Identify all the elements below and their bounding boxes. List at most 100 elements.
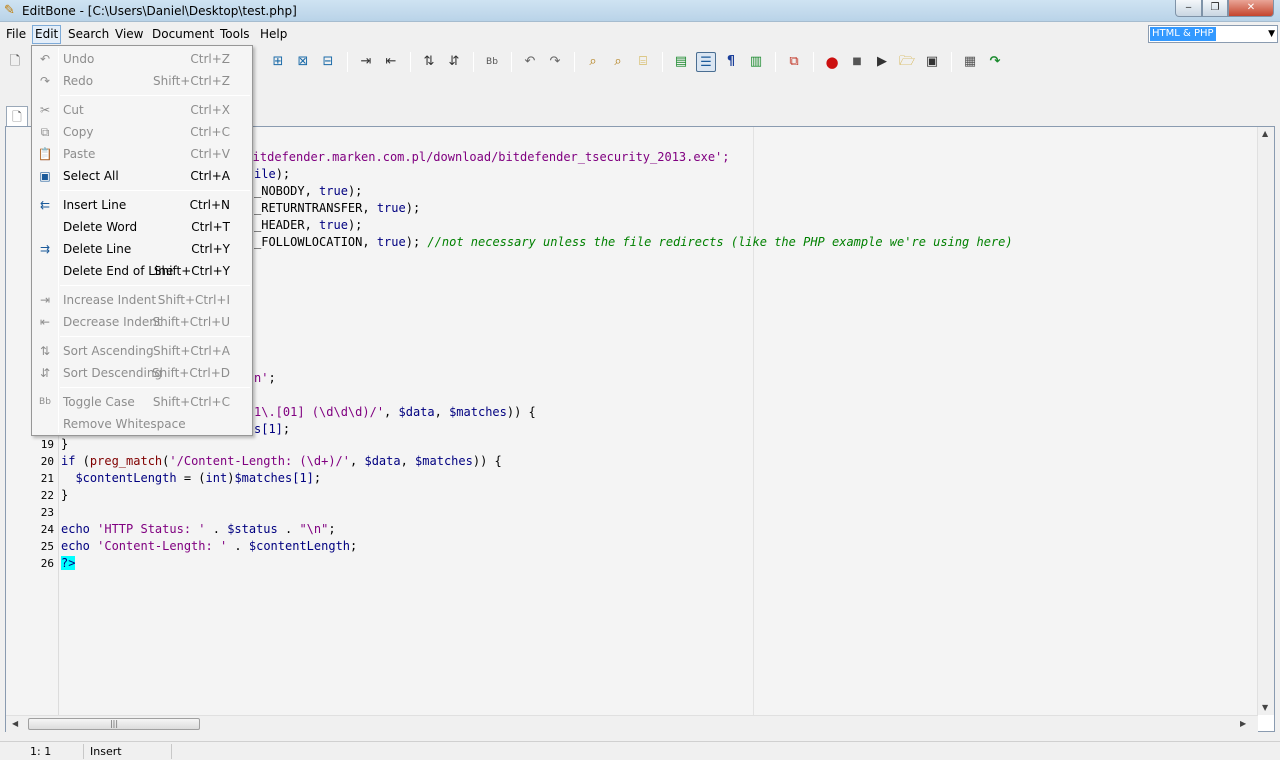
status-bar: 1: 1 Insert (0, 741, 1280, 760)
record-icon[interactable]: ● (822, 52, 842, 72)
menu-item-sort-descending[interactable]: ⇵ Sort Descending Shift+Ctrl+D (34, 362, 250, 384)
menu-item-shortcut: Shift+Ctrl+Z (153, 74, 230, 88)
code-line: if (preg_match('/Content-Length: (\d+)/'… (61, 454, 502, 468)
menu-item-cut[interactable]: ✂ Cut Ctrl+X (34, 99, 250, 121)
menu-item-delete-end-of-line[interactable]: Delete End of Line Shift+Ctrl+Y (34, 260, 250, 282)
menu-item-label: Insert Line (63, 198, 127, 212)
redirect-icon[interactable]: ↷ (985, 52, 1005, 72)
menu-item-shortcut: Shift+Ctrl+Y (153, 264, 230, 278)
menu-document[interactable]: Document (150, 25, 216, 44)
line-number: 22 (40, 489, 54, 502)
redo-icon[interactable]: ↷ (545, 52, 565, 72)
add-item-icon[interactable]: ⊞ (268, 52, 288, 72)
right-margin-line (753, 127, 754, 715)
menu-item-shortcut: Ctrl+C (190, 125, 230, 139)
calendar-icon[interactable]: ▦ (960, 52, 980, 72)
menu-item-label: Sort Descending (63, 366, 163, 380)
menu-item-shortcut: Shift+Ctrl+C (152, 395, 230, 409)
menu-item-select-all[interactable]: ▣ Select All Ctrl+A (34, 165, 250, 187)
menu-item-toggle-case[interactable]: Bb Toggle Case Shift+Ctrl+C (34, 391, 250, 413)
menu-item-insert-line[interactable]: ⇇ Insert Line Ctrl+N (34, 194, 250, 216)
cursor-position: 1: 1 (26, 744, 84, 759)
toolbar-separator (347, 52, 348, 72)
menu-item-undo[interactable]: ↶ Undo Ctrl+Z (34, 48, 250, 70)
sort-ascending-icon[interactable]: ⇅ (419, 52, 439, 72)
edit-item-icon[interactable]: ⊟ (318, 52, 338, 72)
menu-item-label: Toggle Case (63, 395, 135, 409)
save-macro-icon[interactable]: ▣ (922, 52, 942, 72)
find-icon[interactable]: ⌕ (583, 52, 603, 72)
close-button[interactable]: ✕ (1228, 0, 1274, 17)
scroll-left-arrow-icon[interactable]: ◀ (12, 719, 18, 728)
menu-separator (60, 336, 250, 337)
sort-ascending-icon: ⇅ (39, 344, 51, 358)
undo-icon[interactable]: ↶ (520, 52, 540, 72)
menu-file[interactable]: File (4, 25, 28, 44)
code-line: 1\.[01] (\d\d\d)/', $data, $matches)) { (254, 405, 536, 419)
language-select[interactable]: HTML & PHP ▼ (1148, 25, 1278, 43)
menu-item-paste[interactable]: 📋 Paste Ctrl+V (34, 143, 250, 165)
vertical-scrollbar[interactable]: ▲ ▼ (1257, 127, 1274, 715)
menu-item-label: Copy (63, 125, 94, 139)
new-file-icon[interactable]: 🗋 (5, 52, 25, 72)
code-line: w.bitdefender.marken.com.pl/download/bit… (231, 150, 730, 164)
minimize-button[interactable]: ‒ (1175, 0, 1202, 17)
line-numbers-icon[interactable]: ☰ (696, 52, 716, 72)
horizontal-scrollbar[interactable]: ◀ ||| ▶ (6, 715, 1258, 732)
scroll-down-arrow-icon[interactable]: ▼ (1262, 703, 1268, 712)
menu-item-remove-whitespace[interactable]: Remove Whitespace (34, 413, 250, 435)
toggle-case-icon[interactable]: Bb (482, 52, 502, 72)
find-in-files-icon[interactable]: ⌸ (633, 52, 653, 72)
horizontal-scroll-thumb[interactable]: ||| (28, 718, 200, 730)
dropdown-arrow-icon: ▼ (1268, 29, 1275, 39)
menu-item-shortcut: Ctrl+Z (190, 52, 230, 66)
code-line: echo 'HTTP Status: ' . $status . "\n"; (61, 522, 336, 536)
decrease-indent-icon[interactable]: ⇤ (381, 52, 401, 72)
code-line: ile); (254, 167, 291, 181)
menu-item-delete-word[interactable]: Delete Word Ctrl+T (34, 216, 250, 238)
stop-icon[interactable]: ■ (847, 52, 867, 72)
title-bar: ✎ EditBone - [C:\Users\Daniel\Desktop\te… (0, 0, 1280, 22)
code-line: _FOLLOWLOCATION, true); //not necessary … (254, 235, 1013, 249)
open-macro-icon[interactable]: 🗁 (897, 52, 917, 72)
menu-tools[interactable]: Tools (218, 25, 252, 44)
line-number: 26 (40, 557, 54, 570)
maximize-button[interactable]: ❐ (1202, 0, 1228, 17)
pilcrow-icon[interactable]: ¶ (721, 52, 741, 72)
undo-icon: ↶ (39, 52, 51, 66)
menu-item-copy[interactable]: ⧉ Copy Ctrl+C (34, 121, 250, 143)
play-icon[interactable]: ▶ (872, 52, 892, 72)
menu-edit[interactable]: Edit (32, 25, 62, 44)
menu-separator (60, 190, 250, 191)
menu-item-increase-indent[interactable]: ⇥ Increase Indent Shift+Ctrl+I (34, 289, 250, 311)
delete-item-icon[interactable]: ⊠ (293, 52, 313, 72)
sort-descending-icon[interactable]: ⇵ (444, 52, 464, 72)
toggle-panel-icon[interactable]: ▤ (671, 52, 691, 72)
menu-item-shortcut: Shift+Ctrl+D (152, 366, 230, 380)
menu-item-sort-ascending[interactable]: ⇅ Sort Ascending Shift+Ctrl+A (34, 340, 250, 362)
toolbar-separator (410, 52, 411, 72)
scroll-up-arrow-icon[interactable]: ▲ (1262, 129, 1268, 138)
word-wrap-icon[interactable]: ▥ (746, 52, 766, 72)
menu-item-label: Redo (63, 74, 94, 88)
toolbar-separator (775, 52, 776, 72)
sort-descending-icon: ⇵ (39, 366, 51, 380)
code-line: _RETURNTRANSFER, true); (254, 201, 421, 215)
menu-item-decrease-indent[interactable]: ⇤ Decrease Indent Shift+Ctrl+U (34, 311, 250, 333)
document-tab[interactable]: 🗋 (6, 106, 28, 126)
menu-view[interactable]: View (113, 25, 145, 44)
menu-item-label: Delete Line (63, 242, 132, 256)
menu-item-shortcut: Ctrl+T (191, 220, 230, 234)
menu-item-label: Remove Whitespace (63, 417, 186, 431)
menu-item-delete-line[interactable]: ⇉ Delete Line Ctrl+Y (34, 238, 250, 260)
menu-item-shortcut: Shift+Ctrl+U (152, 315, 230, 329)
menu-search[interactable]: Search (66, 25, 111, 44)
insert-mode: Insert (86, 744, 172, 759)
increase-indent-icon[interactable]: ⇥ (356, 52, 376, 72)
scroll-right-arrow-icon[interactable]: ▶ (1240, 719, 1246, 728)
code-line: echo 'Content-Length: ' . $contentLength… (61, 539, 358, 553)
menu-help[interactable]: Help (258, 25, 289, 44)
find-replace-icon[interactable]: ⌕ (608, 52, 628, 72)
menu-item-redo[interactable]: ↷ Redo Shift+Ctrl+Z (34, 70, 250, 92)
compare-icon[interactable]: ⧉ (784, 52, 804, 72)
